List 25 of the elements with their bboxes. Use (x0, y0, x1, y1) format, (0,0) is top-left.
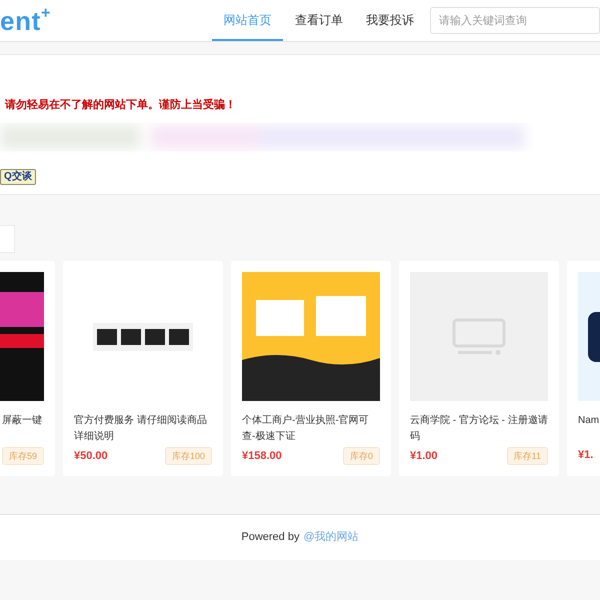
stock-badge: 库存59 (2, 447, 44, 465)
product-price: ¥1. (578, 448, 594, 463)
stock-badge: 库存100 (164, 447, 212, 465)
logo-plus: + (40, 6, 50, 22)
product-card[interactable]: 个体工商户-营业执照-官网可查-极速下证 ¥158.00 库存0 (231, 261, 391, 476)
chat-button[interactable]: Q交谈 (0, 169, 36, 185)
product-title: 官方付费服务 请仔细阅读商品详细说明 (74, 414, 208, 444)
stock-badge: 库存11 (506, 447, 548, 465)
product-card[interactable]: 官方付费服务 请仔细阅读商品详细说明 ¥50.00 库存100 (63, 261, 223, 476)
product-price: ¥158.00 (242, 448, 282, 464)
stock-badge: 库存0 (342, 447, 380, 465)
product-title: 云商学院 - 官方论坛 - 注册邀请码 (410, 414, 548, 444)
product-price: ¥50.00 (74, 448, 108, 464)
product-title: 屏蔽一键 (2, 414, 42, 428)
product-title: 个体工商户-营业执照-官网可查-极速下证 (242, 414, 370, 444)
search-field[interactable]: 请输入关键词查询 (430, 7, 600, 34)
warning-text: 请勿轻易在不了解的网站下单。谨防上当受骗！ (4, 98, 237, 113)
nav-tab[interactable]: 我要投诉 (354, 0, 426, 41)
product-card[interactable]: 屏蔽一键 库存59 (0, 261, 55, 476)
nav-tab[interactable]: 查看订单 (283, 0, 354, 41)
product-card[interactable]: 云商学院 - 官方论坛 - 注册邀请码 ¥1.00 库存11 (399, 261, 559, 476)
footer-text: Powered by (241, 530, 300, 546)
product-price: ¥1.00 (410, 448, 438, 464)
product-title: Nam (578, 414, 600, 428)
product-card[interactable]: Nam ¥1. (567, 261, 600, 476)
